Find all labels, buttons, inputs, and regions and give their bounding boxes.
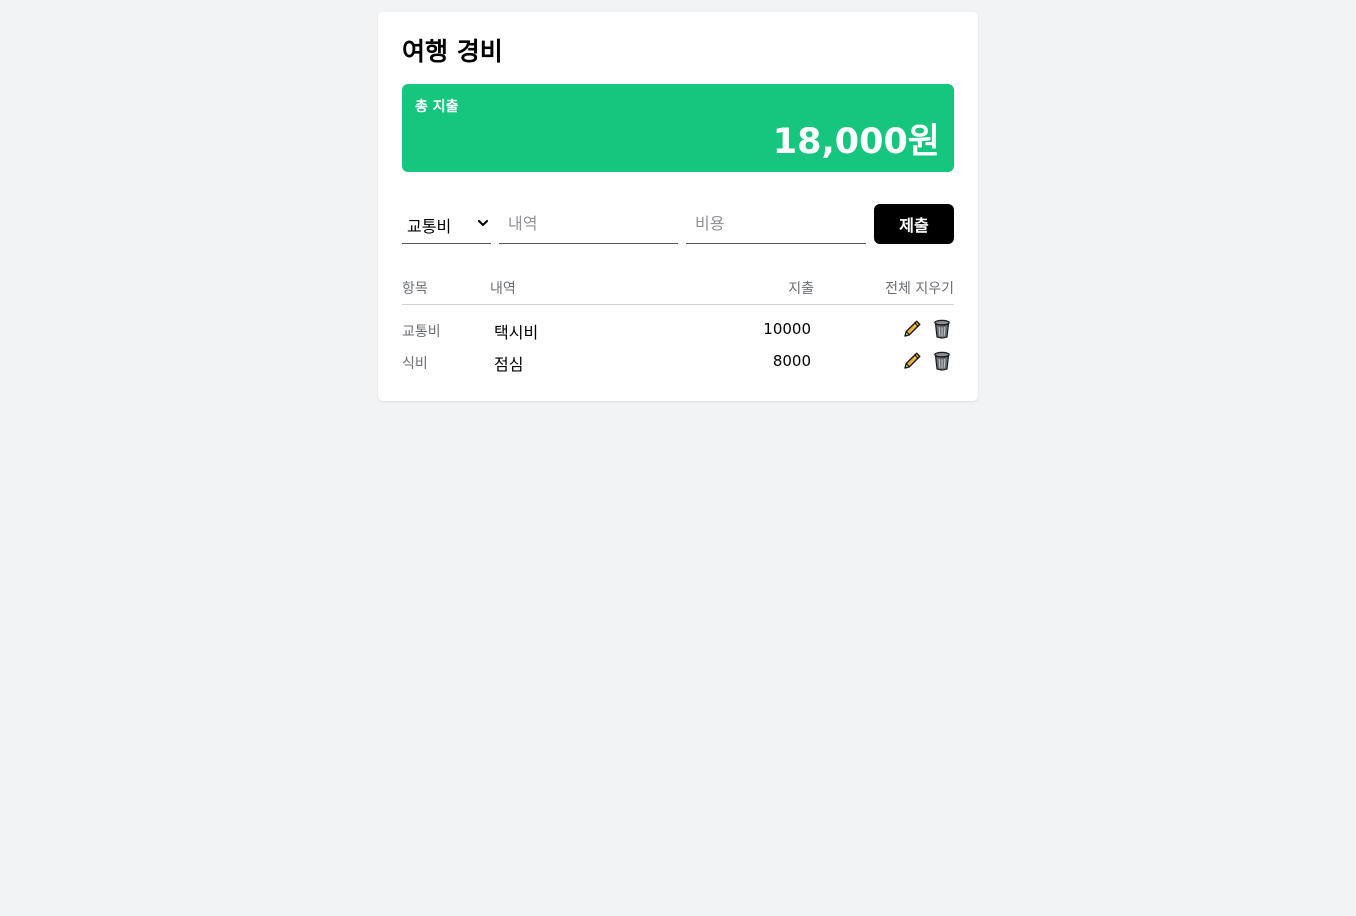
category-select-value: 교통비 — [407, 217, 452, 236]
header-cost: 지출 — [788, 281, 814, 297]
pencil-icon[interactable] — [901, 318, 923, 340]
table-row: 교통비 택시비 10000 — [402, 313, 954, 345]
trash-icon[interactable] — [931, 350, 953, 372]
pencil-icon[interactable] — [901, 350, 923, 372]
expense-form: 교통비 제출 — [402, 204, 954, 244]
total-summary-banner: 총 지출 18,000원 — [402, 84, 954, 172]
header-description: 내역 — [490, 281, 516, 297]
expense-list: 교통비 택시비 10000 식비 점심 8000 — [402, 313, 954, 377]
table-row: 식비 점심 8000 — [402, 345, 954, 377]
total-label: 총 지출 — [415, 99, 459, 115]
description-field — [499, 204, 678, 244]
total-amount: 18,000원 — [772, 122, 940, 162]
description-input[interactable] — [499, 204, 678, 243]
row-category: 교통비 — [402, 324, 441, 340]
header-category: 항목 — [402, 281, 428, 297]
trash-icon[interactable] — [931, 318, 953, 340]
page-title: 여행 경비 — [402, 37, 503, 66]
cost-field — [686, 204, 866, 244]
chevron-down-icon — [478, 220, 488, 226]
table-header: 항목 내역 지출 전체 지우기 — [402, 274, 954, 305]
category-select[interactable]: 교통비 — [402, 204, 491, 244]
row-cost: 10000 — [763, 320, 811, 338]
row-description: 택시비 — [494, 323, 539, 342]
row-category: 식비 — [402, 356, 428, 372]
submit-button[interactable]: 제출 — [874, 204, 954, 244]
row-cost: 8000 — [772, 352, 811, 370]
expense-card: 여행 경비 총 지출 18,000원 교통비 제출 항목 내역 지출 전체 지우… — [378, 12, 978, 401]
clear-all-button[interactable]: 전체 지우기 — [885, 278, 954, 298]
row-description: 점심 — [494, 355, 524, 374]
cost-input[interactable] — [686, 204, 866, 243]
